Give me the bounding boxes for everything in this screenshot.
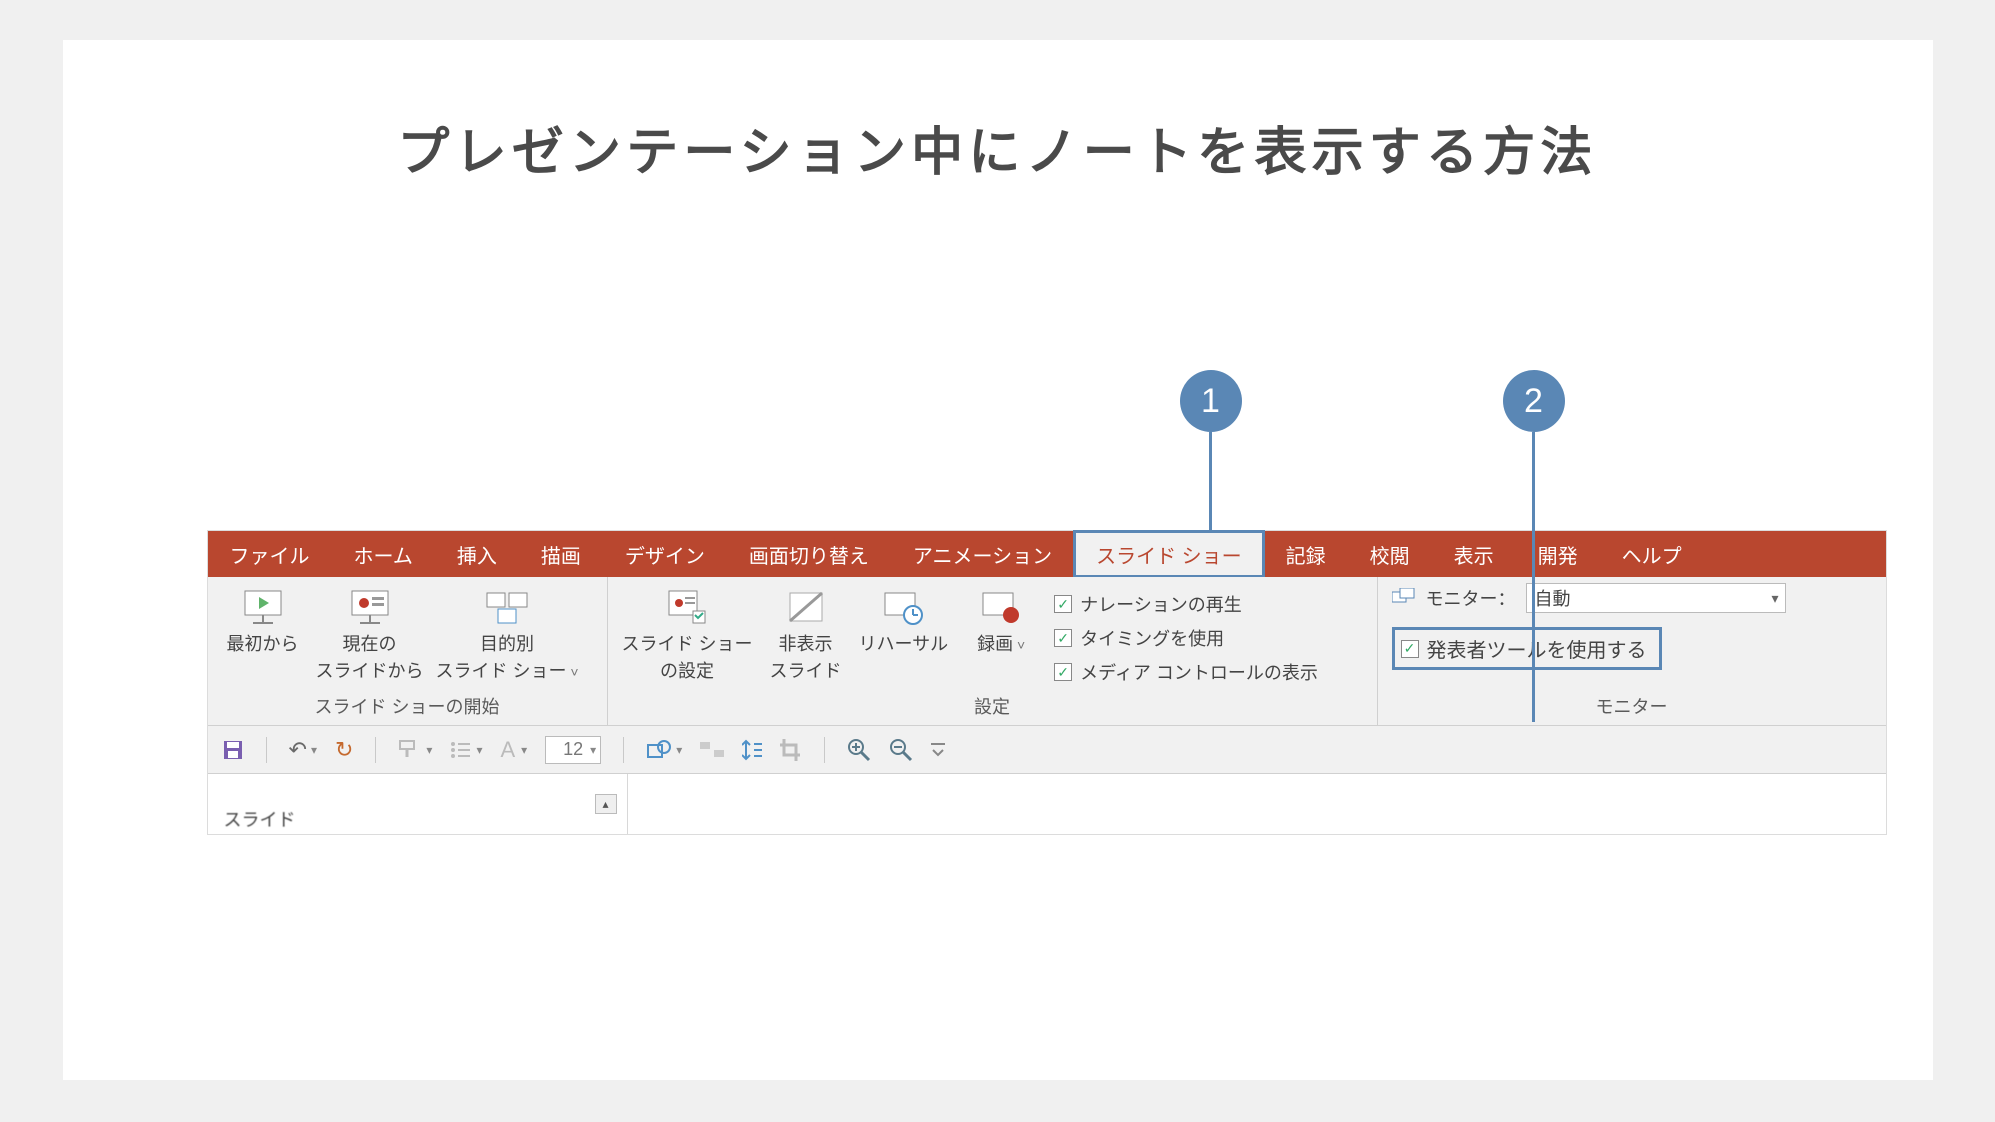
- tab-design[interactable]: デザイン: [603, 531, 727, 577]
- group-start-slideshow: 最初から 現在の スライドから 目的別: [208, 577, 608, 725]
- checkbox-narration-label: ナレーションの再生: [1080, 591, 1242, 617]
- group-setup-label: 設定: [608, 689, 1377, 725]
- tab-transitions[interactable]: 画面切り替え: [727, 531, 891, 577]
- quick-access-toolbar: ↶▾ ↻ ▾ ▾ A▾ 12 ▾: [208, 726, 1886, 774]
- from-current-label-2: スライドから: [316, 660, 424, 683]
- ribbon-tabstrip: ファイル ホーム 挿入 描画 デザイン 画面切り替え アニメーション スライド …: [208, 531, 1886, 577]
- monitor-select[interactable]: 自動: [1526, 583, 1786, 613]
- tab-record[interactable]: 記録: [1264, 531, 1348, 577]
- zoom-in-button[interactable]: [847, 738, 871, 762]
- font-size-select[interactable]: 12: [545, 736, 601, 764]
- custom-slideshow-label-2: スライド ショー: [436, 660, 579, 683]
- rehearse-icon: [881, 587, 925, 627]
- qat-overflow-button[interactable]: [931, 740, 945, 760]
- hide-slide-label-1: 非表示: [779, 633, 833, 656]
- checkbox-media-controls[interactable]: ✓ メディア コントロールの表示: [1054, 659, 1318, 685]
- shape-button[interactable]: ▾: [646, 739, 682, 761]
- callout-2: 2: [1503, 370, 1565, 722]
- setup-slideshow-label-2: の設定: [660, 660, 714, 683]
- tab-insert[interactable]: 挿入: [435, 531, 519, 577]
- redo-button[interactable]: ↻: [335, 737, 353, 763]
- checkbox-media-controls-label: メディア コントロールの表示: [1080, 659, 1318, 685]
- editor-area: ▴ スライド: [208, 774, 1886, 834]
- custom-slideshow-button[interactable]: 目的別 スライド ショー: [436, 587, 579, 682]
- record-label: 録画: [977, 633, 1025, 656]
- custom-slideshow-label-1: 目的別: [480, 633, 534, 656]
- format-painter-button[interactable]: ▾: [398, 739, 432, 761]
- powerpoint-screenshot: ファイル ホーム 挿入 描画 デザイン 画面切り替え アニメーション スライド …: [207, 530, 1887, 835]
- checkbox-timings-label: タイミングを使用: [1080, 625, 1224, 651]
- setup-slideshow-button[interactable]: スライド ショー の設定: [622, 587, 753, 682]
- separator: [623, 737, 624, 763]
- group-start-label: スライド ショーの開始: [208, 689, 607, 725]
- rehearse-button[interactable]: リハーサル: [859, 587, 949, 682]
- hide-slide-button[interactable]: 非表示 スライド: [765, 587, 847, 682]
- callout-1: 1: [1180, 370, 1242, 532]
- undo-button[interactable]: ↶▾: [289, 737, 317, 763]
- monitor-icon: [1392, 588, 1416, 608]
- from-current-icon: [348, 587, 392, 627]
- from-beginning-button[interactable]: 最初から: [222, 587, 304, 682]
- setup-checkbox-list: ✓ ナレーションの再生 ✓ タイミングを使用 ✓ メディア コントロールの表示: [1054, 587, 1318, 685]
- group-monitor: モニター： 自動 ✓ 発表者ツールを使用する モニター: [1378, 577, 1886, 725]
- from-beginning-icon: [241, 587, 285, 627]
- hide-slide-label-2: スライド: [770, 660, 842, 683]
- record-icon: [979, 587, 1023, 627]
- separator: [266, 737, 267, 763]
- hide-slide-icon: [784, 587, 828, 627]
- tab-help[interactable]: ヘルプ: [1600, 531, 1704, 577]
- setup-slideshow-label-1: スライド ショー: [622, 633, 753, 656]
- bullets-button[interactable]: ▾: [450, 741, 482, 759]
- separator: [375, 737, 376, 763]
- checkmark-icon: ✓: [1054, 663, 1072, 681]
- tab-file[interactable]: ファイル: [208, 531, 332, 577]
- crop-button[interactable]: [780, 739, 802, 761]
- group-monitor-label: モニター: [1378, 689, 1886, 725]
- tab-slideshow[interactable]: スライド ショー: [1074, 531, 1264, 577]
- callout-1-badge: 1: [1180, 370, 1242, 432]
- from-beginning-label: 最初から: [227, 633, 299, 656]
- tab-animations[interactable]: アニメーション: [891, 531, 1074, 577]
- from-current-label-1: 現在の: [343, 633, 397, 656]
- font-size-value: 12: [563, 739, 583, 760]
- checkmark-icon: ✓: [1054, 629, 1072, 647]
- tab-home[interactable]: ホーム: [332, 531, 435, 577]
- line-spacing-button[interactable]: [742, 739, 762, 761]
- ribbon-body: 最初から 現在の スライドから 目的別: [208, 577, 1886, 726]
- from-current-button[interactable]: 現在の スライドから: [316, 587, 424, 682]
- checkbox-narration[interactable]: ✓ ナレーションの再生: [1054, 591, 1318, 617]
- rehearse-label: リハーサル: [859, 633, 949, 656]
- checkmark-icon: ✓: [1401, 640, 1419, 658]
- setup-slideshow-icon: [665, 587, 709, 627]
- align-button[interactable]: [700, 740, 724, 760]
- tab-review[interactable]: 校閲: [1348, 531, 1432, 577]
- record-button[interactable]: 録画: [960, 587, 1042, 682]
- callout-1-line: [1209, 432, 1212, 532]
- separator: [824, 737, 825, 763]
- panel-label: スライド: [224, 806, 296, 832]
- custom-slideshow-icon: [485, 587, 529, 627]
- page-title: プレゼンテーション中にノートを表示する方法: [63, 40, 1933, 185]
- checkbox-timings[interactable]: ✓ タイミングを使用: [1054, 625, 1318, 651]
- group-setup: スライド ショー の設定 非表示 スライド リハーサ: [608, 577, 1378, 725]
- checkmark-icon: ✓: [1054, 595, 1072, 613]
- callout-2-badge: 2: [1503, 370, 1565, 432]
- callout-2-line: [1532, 432, 1535, 722]
- save-button[interactable]: [222, 739, 244, 761]
- zoom-out-button[interactable]: [889, 738, 913, 762]
- font-color-button[interactable]: A▾: [500, 737, 527, 763]
- tab-draw[interactable]: 描画: [519, 531, 603, 577]
- scroll-up-button[interactable]: ▴: [595, 794, 617, 814]
- slide-card: プレゼンテーション中にノートを表示する方法 1 2 ファイル ホーム 挿入 描画…: [63, 40, 1933, 1080]
